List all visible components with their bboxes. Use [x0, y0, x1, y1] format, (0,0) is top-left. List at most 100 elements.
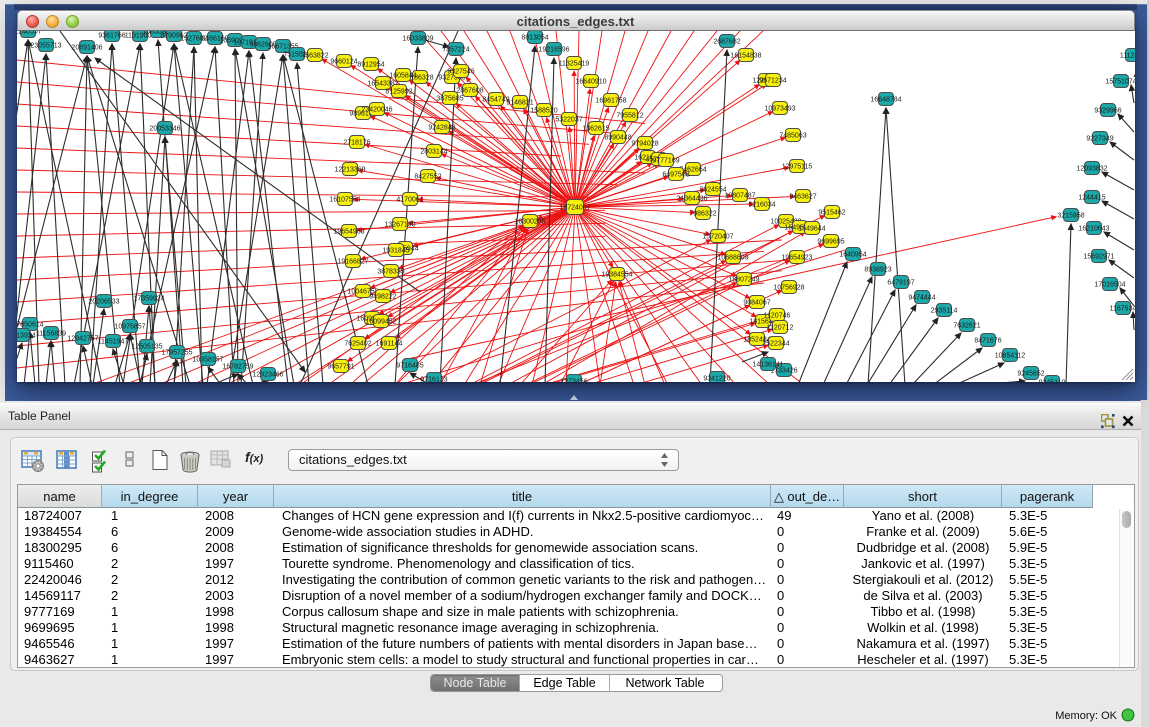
svg-text:9242848: 9242848	[428, 124, 455, 131]
svg-text:1240557: 1240557	[17, 31, 42, 35]
svg-text:2687682: 2687682	[713, 38, 740, 45]
svg-text:16107554: 16107554	[329, 196, 360, 203]
svg-text:2718176: 2718176	[343, 139, 370, 146]
svg-text:12923466: 12923466	[252, 371, 283, 378]
svg-text:6479197: 6479197	[887, 279, 914, 286]
svg-text:15751074: 15751074	[1105, 78, 1135, 85]
svg-text:17957255: 17957255	[161, 349, 192, 356]
svg-text:14136141: 14136141	[752, 361, 783, 368]
svg-text:3215958: 3215958	[1057, 212, 1084, 219]
svg-text:23055713: 23055713	[30, 42, 61, 49]
svg-text:9794028: 9794028	[631, 140, 658, 147]
svg-text:20206533: 20206533	[88, 298, 119, 305]
svg-text:10973493: 10973493	[764, 105, 795, 112]
svg-text:11156839: 11156839	[35, 330, 65, 337]
svg-text:16210643: 16210643	[1078, 225, 1109, 232]
svg-text:8990448: 8990448	[604, 134, 631, 141]
svg-text:20053346: 20053346	[149, 125, 180, 132]
svg-text:17016504: 17016504	[1094, 281, 1125, 288]
svg-text:1549644: 1549644	[798, 225, 825, 232]
svg-text:9327546: 9327546	[447, 68, 474, 75]
svg-text:23420046: 23420046	[361, 106, 392, 113]
svg-text:8938923: 8938923	[864, 266, 891, 273]
svg-text:12213369: 12213369	[334, 166, 365, 173]
svg-text:8427552: 8427552	[414, 173, 441, 180]
svg-text:7485063: 7485063	[779, 132, 806, 139]
svg-text:6216034: 6216034	[748, 201, 775, 208]
svg-text:7857224: 7857224	[442, 46, 469, 53]
svg-text:9660124: 9660124	[330, 58, 357, 65]
svg-text:18300295: 18300295	[514, 218, 545, 225]
svg-text:1588520: 1588520	[530, 107, 557, 114]
svg-text:9474444: 9474444	[908, 294, 935, 301]
svg-text:2803144: 2803144	[420, 148, 447, 155]
svg-text:6497568: 6497568	[662, 171, 689, 178]
svg-text:16782759: 16782759	[222, 363, 253, 370]
svg-text:1605844: 1605844	[389, 72, 416, 79]
svg-text:7986322: 7986322	[689, 210, 716, 217]
svg-text:2867608: 2867608	[456, 87, 483, 94]
svg-text:19218596: 19218596	[538, 46, 569, 53]
svg-text:1273456: 1273456	[560, 378, 587, 382]
svg-text:1120746: 1120746	[763, 312, 790, 319]
svg-text:12505135: 12505135	[131, 343, 162, 350]
svg-text:1120712: 1120712	[766, 324, 793, 331]
svg-text:9716123: 9716123	[420, 376, 447, 382]
svg-text:21364436: 21364436	[676, 195, 707, 202]
svg-text:1167534: 1167534	[1109, 305, 1134, 312]
svg-text:10756928: 10756928	[773, 284, 804, 291]
svg-text:7625402: 7625402	[344, 340, 371, 347]
svg-text:16033809: 16033809	[402, 35, 433, 42]
svg-text:1691144: 1691144	[375, 340, 402, 347]
svg-text:8813054: 8813054	[521, 34, 548, 41]
svg-text:9777169: 9777169	[652, 157, 679, 164]
svg-text:7632621: 7632621	[953, 322, 980, 329]
svg-text:8912954: 8912954	[357, 61, 384, 68]
svg-text:9329966: 9329966	[1094, 107, 1121, 114]
svg-text:12975115: 12975115	[781, 163, 812, 170]
svg-text:3913934: 3913934	[17, 332, 36, 339]
svg-text:10958157: 10958157	[192, 356, 223, 363]
svg-text:9245110: 9245110	[1038, 379, 1065, 382]
svg-text:15692971: 15692971	[1083, 253, 1114, 260]
svg-text:7663822: 7663822	[301, 52, 328, 59]
svg-text:3624554: 3624554	[699, 186, 726, 193]
svg-text:9084067: 9084067	[743, 299, 770, 306]
svg-text:9463627: 9463627	[789, 193, 816, 200]
svg-text:18807249: 18807249	[728, 276, 759, 283]
svg-text:10807487: 10807487	[724, 192, 755, 199]
svg-text:2522344: 2522344	[762, 340, 789, 347]
svg-text:7850614: 7850614	[17, 321, 44, 328]
svg-text:1640954: 1640954	[839, 251, 866, 258]
svg-text:13267130: 13267130	[384, 221, 415, 228]
svg-text:10654112: 10654112	[994, 352, 1025, 359]
svg-text:9699695: 9699695	[817, 238, 844, 245]
svg-text:9146821: 9146821	[506, 99, 533, 106]
svg-text:9361766: 9361766	[98, 32, 125, 39]
svg-text:9515462: 9515462	[818, 209, 845, 216]
svg-text:15720407: 15720407	[702, 233, 733, 240]
svg-text:3878335: 3878335	[377, 268, 404, 275]
svg-text:3875685: 3875685	[436, 95, 463, 102]
svg-text:9716485: 9716485	[396, 362, 423, 369]
svg-text:16648784: 16648784	[870, 96, 901, 103]
svg-text:9498222: 9498222	[369, 293, 396, 300]
svg-text:9657791: 9657791	[327, 363, 354, 370]
svg-text:19654983: 19654983	[333, 228, 364, 235]
svg-text:1244415: 1244415	[1078, 194, 1105, 201]
svg-text:1112456: 1112456	[1119, 52, 1134, 59]
svg-text:16640910: 16640910	[575, 78, 606, 85]
svg-text:12093832: 12093832	[1076, 165, 1107, 172]
svg-text:10975857: 10975857	[114, 323, 145, 330]
svg-text:11451947: 11451947	[97, 338, 128, 345]
svg-text:7955812: 7955812	[616, 112, 643, 119]
svg-text:19166827: 19166827	[337, 258, 368, 265]
svg-text:2935114: 2935114	[930, 307, 957, 314]
svg-text:9245652: 9245652	[1017, 370, 1044, 377]
svg-text:1362615: 1362615	[582, 125, 609, 132]
svg-text:8471676: 8471676	[974, 337, 1001, 344]
svg-text:10688609: 10688609	[717, 254, 748, 261]
svg-text:9671234: 9671234	[759, 77, 786, 84]
svg-text:20691406: 20691406	[71, 44, 102, 51]
svg-text:19384554: 19384554	[601, 271, 632, 278]
